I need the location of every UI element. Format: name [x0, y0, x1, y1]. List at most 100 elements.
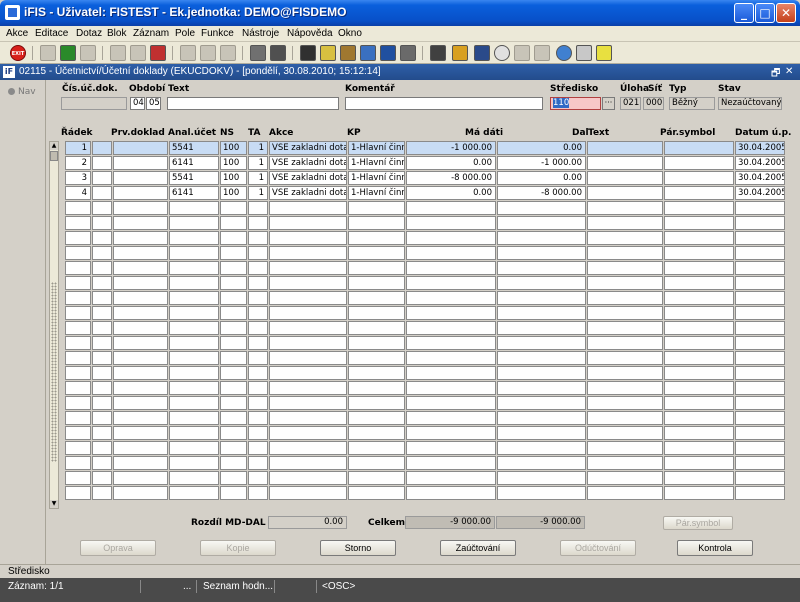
cell-ma-dati[interactable] — [406, 291, 496, 305]
cell-text[interactable] — [587, 291, 663, 305]
cell-radek[interactable]: 2 — [65, 156, 91, 170]
cell-kp[interactable]: 1-Hlavní činnost — [348, 186, 405, 200]
cell-ta[interactable] — [248, 381, 268, 395]
cell-akce[interactable] — [269, 246, 347, 260]
cell-ns[interactable] — [220, 441, 247, 455]
cell-prv-doklad-a[interactable] — [92, 366, 112, 380]
cell-par-symbol[interactable] — [664, 411, 734, 425]
cell-akce[interactable] — [269, 261, 347, 275]
cell-radek[interactable] — [65, 276, 91, 290]
cell-par-symbol[interactable] — [664, 261, 734, 275]
cell-dal[interactable]: 0.00 — [497, 141, 586, 155]
cell-prv-doklad[interactable] — [113, 411, 168, 425]
cell-ta[interactable] — [248, 306, 268, 320]
cell-datum-up[interactable]: 30.04.2005 — [735, 186, 785, 200]
cell-ns[interactable] — [220, 381, 247, 395]
cell-ns[interactable] — [220, 366, 247, 380]
copy-record-icon[interactable] — [130, 45, 146, 61]
cell-ta[interactable] — [248, 201, 268, 215]
cell-anal-ucet[interactable] — [169, 246, 219, 260]
cell-prv-doklad-a[interactable] — [92, 411, 112, 425]
cell-anal-ucet[interactable]: 5541 — [169, 171, 219, 185]
cell-datum-up[interactable]: 30.04.2005 — [735, 156, 785, 170]
cell-ma-dati[interactable] — [406, 411, 496, 425]
cell-kp[interactable] — [348, 366, 405, 380]
cell-akce[interactable]: VSE zakladni dotace — [269, 156, 347, 170]
cell-ta[interactable] — [248, 486, 268, 500]
cell-radek[interactable] — [65, 201, 91, 215]
cell-kp[interactable] — [348, 201, 405, 215]
cell-par-symbol[interactable] — [664, 426, 734, 440]
cell-prv-doklad-a[interactable] — [92, 276, 112, 290]
cell-prv-doklad[interactable] — [113, 426, 168, 440]
cell-prv-doklad[interactable] — [113, 201, 168, 215]
cell-ma-dati[interactable] — [406, 396, 496, 410]
cell-ta[interactable] — [248, 261, 268, 275]
cell-datum-up[interactable]: 30.04.2005 — [735, 171, 785, 185]
close-button[interactable]: ✕ — [776, 3, 796, 23]
menu-napoveda[interactable]: Nápověda — [287, 28, 333, 39]
cell-akce[interactable] — [269, 321, 347, 335]
cell-radek[interactable]: 1 — [65, 141, 91, 155]
cell-kp[interactable] — [348, 321, 405, 335]
cell-prv-doklad-a[interactable] — [92, 456, 112, 470]
cell-ns[interactable] — [220, 456, 247, 470]
cell-dal[interactable] — [497, 261, 586, 275]
cell-datum-up[interactable] — [735, 291, 785, 305]
cell-ns[interactable] — [220, 291, 247, 305]
cell-prv-doklad[interactable] — [113, 186, 168, 200]
cell-akce[interactable] — [269, 471, 347, 485]
stredisko-lov-button[interactable]: ··· — [602, 97, 615, 110]
cell-dal[interactable] — [497, 291, 586, 305]
cell-ta[interactable]: 1 — [248, 141, 268, 155]
cell-ns[interactable] — [220, 246, 247, 260]
cell-par-symbol[interactable] — [664, 156, 734, 170]
cell-par-symbol[interactable] — [664, 231, 734, 245]
cell-prv-doklad-a[interactable] — [92, 246, 112, 260]
cell-anal-ucet[interactable]: 6141 — [169, 156, 219, 170]
cell-radek[interactable] — [65, 441, 91, 455]
cell-ma-dati[interactable] — [406, 321, 496, 335]
cell-akce[interactable] — [269, 381, 347, 395]
cell-datum-up[interactable] — [735, 381, 785, 395]
cell-prv-doklad[interactable] — [113, 216, 168, 230]
cell-text[interactable] — [587, 441, 663, 455]
attach-icon[interactable] — [400, 45, 416, 61]
cell-text[interactable] — [587, 216, 663, 230]
cell-ns[interactable] — [220, 426, 247, 440]
cell-dal[interactable] — [497, 216, 586, 230]
cell-ma-dati[interactable] — [406, 366, 496, 380]
cell-anal-ucet[interactable] — [169, 441, 219, 455]
cell-text[interactable] — [587, 396, 663, 410]
cell-anal-ucet[interactable] — [169, 351, 219, 365]
cell-ta[interactable] — [248, 321, 268, 335]
cell-ma-dati[interactable] — [406, 486, 496, 500]
cell-kp[interactable]: 1-Hlavní činnost — [348, 171, 405, 185]
cell-anal-ucet[interactable] — [169, 396, 219, 410]
cell-ns[interactable]: 100 — [220, 171, 247, 185]
copy-icon[interactable] — [320, 45, 336, 61]
cell-ma-dati[interactable] — [406, 201, 496, 215]
cell-akce[interactable] — [269, 396, 347, 410]
cell-akce[interactable] — [269, 486, 347, 500]
cell-dal[interactable] — [497, 336, 586, 350]
cell-anal-ucet[interactable] — [169, 306, 219, 320]
cell-radek[interactable] — [65, 486, 91, 500]
oprava-button[interactable]: Oprava — [80, 540, 156, 556]
cell-kp[interactable]: 1-Hlavní činnost — [348, 156, 405, 170]
scroll-up-icon[interactable]: ▲ — [50, 142, 58, 150]
cell-ta[interactable]: 1 — [248, 186, 268, 200]
menu-blok[interactable]: Blok — [107, 28, 126, 39]
cell-ta[interactable] — [248, 231, 268, 245]
oductovani-button[interactable]: Odúčtování — [560, 540, 636, 556]
cell-prv-doklad-a[interactable] — [92, 336, 112, 350]
stav-field[interactable]: Nezaúčtovaný — [718, 97, 782, 110]
menu-editace[interactable]: Editace — [35, 28, 68, 39]
cell-dal[interactable] — [497, 456, 586, 470]
cell-radek[interactable] — [65, 306, 91, 320]
scroll-down-icon[interactable]: ▼ — [50, 500, 58, 508]
cell-ma-dati[interactable] — [406, 456, 496, 470]
cell-datum-up[interactable] — [735, 201, 785, 215]
menu-zaznam[interactable]: Záznam — [133, 28, 169, 39]
obdobi-year-field[interactable]: 05 — [146, 97, 161, 110]
